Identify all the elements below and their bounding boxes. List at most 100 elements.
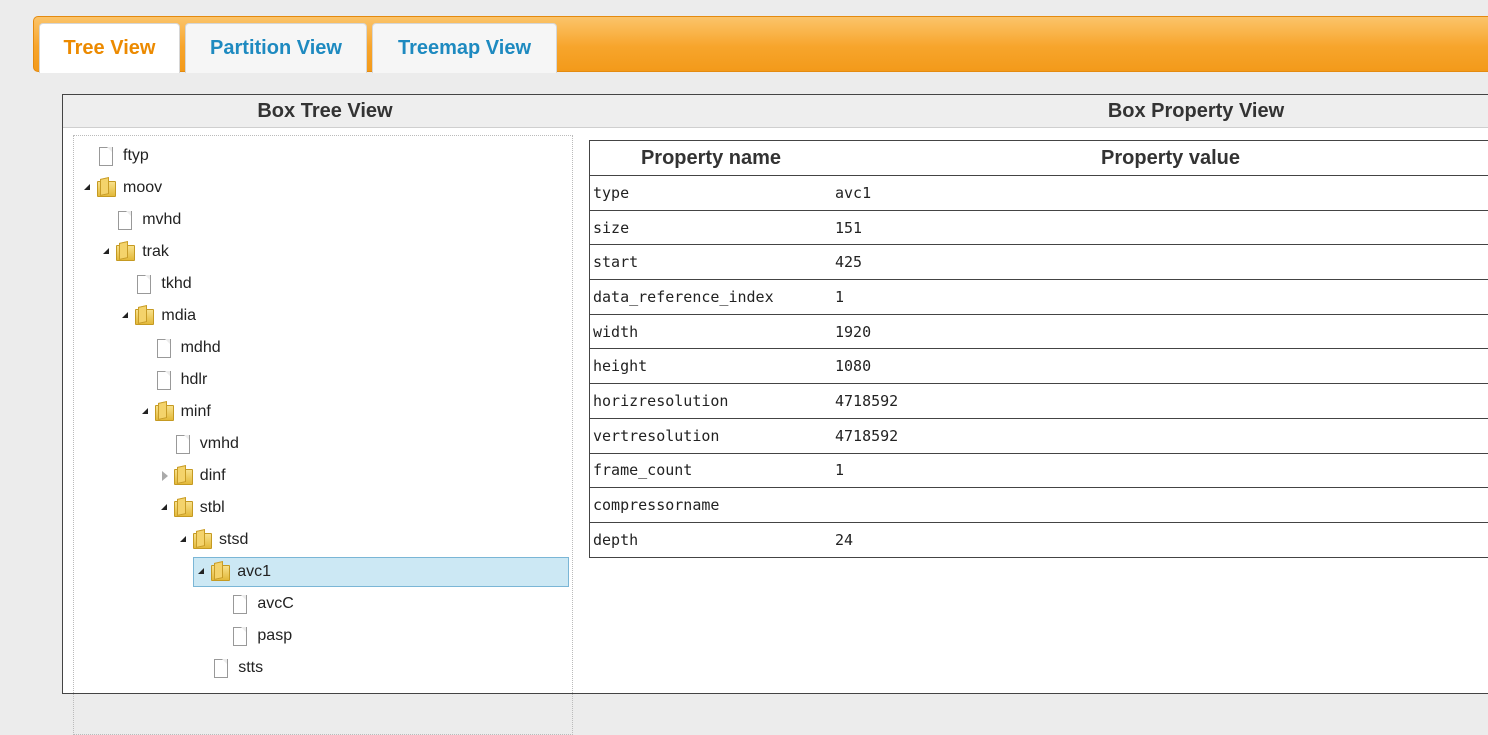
- folder-icon: [210, 562, 230, 582]
- file-icon: [115, 210, 135, 230]
- tree-node-trak[interactable]: trak: [99, 237, 169, 267]
- tab-treemap-view[interactable]: Treemap View: [372, 23, 557, 73]
- collapse-toggle-icon[interactable]: [80, 180, 96, 196]
- property-row: data_reference_index1: [590, 280, 1488, 315]
- tree-node-stsd[interactable]: stsd: [176, 525, 248, 555]
- tab-tree-view[interactable]: Tree View: [39, 23, 180, 73]
- file-icon: [134, 274, 154, 294]
- tree-node-label: avc1: [237, 563, 271, 581]
- tree-node-label: pasp: [257, 627, 292, 645]
- tree-node-label: stsd: [219, 531, 248, 549]
- property-row: frame_count1: [590, 453, 1488, 488]
- folder-icon: [96, 178, 116, 198]
- property-value-cell: 1: [832, 280, 1488, 315]
- property-row: start425: [590, 245, 1488, 280]
- property-name-cell: frame_count: [590, 453, 833, 488]
- property-name-cell: compressorname: [590, 488, 833, 523]
- property-row: size151: [590, 210, 1488, 245]
- collapse-toggle-icon[interactable]: [157, 500, 173, 516]
- file-icon: [154, 338, 174, 358]
- tree-spacer: [214, 596, 230, 612]
- property-name-cell: vertresolution: [590, 418, 833, 453]
- property-name-cell: size: [590, 210, 833, 245]
- tree-node-mdhd[interactable]: mdhd: [138, 333, 221, 363]
- box-tree-view-title: Box Tree View: [63, 95, 587, 127]
- collapse-toggle-icon[interactable]: [194, 564, 210, 580]
- tree-node-tkhd[interactable]: tkhd: [118, 269, 191, 299]
- box-property-view-title: Box Property View: [587, 95, 1488, 127]
- property-table-header: Property name Property value: [590, 141, 1488, 176]
- property-name-cell: height: [590, 349, 833, 384]
- file-icon: [230, 594, 250, 614]
- tree-node-mdia[interactable]: mdia: [118, 301, 196, 331]
- tree-node-label: moov: [123, 179, 162, 197]
- tab-partition-view[interactable]: Partition View: [185, 23, 367, 73]
- tree-spacer: [195, 660, 211, 676]
- property-row: typeavc1: [590, 176, 1488, 211]
- property-table: Property name Property value typeavc1siz…: [589, 140, 1488, 558]
- tab-bar: Tree View Partition View Treemap View: [33, 16, 1488, 72]
- tree-spacer: [118, 276, 134, 292]
- tree-spacer: [157, 436, 173, 452]
- property-name-cell: depth: [590, 522, 833, 557]
- property-value-cell: 1080: [832, 349, 1488, 384]
- tree-node-mvhd[interactable]: mvhd: [99, 205, 181, 235]
- property-name-cell: start: [590, 245, 833, 280]
- property-value-cell: 4718592: [832, 418, 1488, 453]
- folder-icon: [115, 242, 135, 262]
- collapse-toggle-icon[interactable]: [99, 244, 115, 260]
- file-icon: [211, 658, 231, 678]
- file-icon: [173, 434, 193, 454]
- panel-header: Box Tree View Box Property View: [63, 95, 1488, 128]
- tree-spacer: [99, 212, 115, 228]
- property-value-cell: [832, 488, 1488, 523]
- property-row: width1920: [590, 314, 1488, 349]
- collapse-toggle-icon[interactable]: [138, 404, 154, 420]
- tree-node-stts[interactable]: stts: [195, 653, 263, 683]
- tree-node-label: stbl: [200, 499, 225, 517]
- collapse-toggle-icon[interactable]: [118, 308, 134, 324]
- tree-node-label: vmhd: [200, 435, 239, 453]
- tree-node-label: mdhd: [181, 339, 221, 357]
- box-tree: ftyp moov mvhd trak tkhd mdia mdhd hdlr minf vmhd…: [73, 135, 573, 735]
- property-value-cell: 151: [832, 210, 1488, 245]
- property-value-cell: 1920: [832, 314, 1488, 349]
- folder-icon: [134, 306, 154, 326]
- property-value-cell: 24: [832, 522, 1488, 557]
- tree-node-label: avcC: [257, 595, 293, 613]
- tree-node-avcC[interactable]: avcC: [214, 589, 293, 619]
- tree-node-minf[interactable]: minf: [138, 397, 211, 427]
- tree-node-label: mdia: [161, 307, 196, 325]
- expand-toggle-icon[interactable]: [157, 468, 173, 484]
- folder-icon: [173, 498, 193, 518]
- property-value-cell: avc1: [832, 176, 1488, 211]
- property-row: vertresolution4718592: [590, 418, 1488, 453]
- property-name-cell: type: [590, 176, 833, 211]
- tree-node-hdlr[interactable]: hdlr: [138, 365, 208, 395]
- property-name-cell: data_reference_index: [590, 280, 833, 315]
- tree-node-label: trak: [142, 243, 169, 261]
- tree-node-ftyp[interactable]: ftyp: [80, 141, 149, 171]
- property-value-cell: 1: [832, 453, 1488, 488]
- tree-node-dinf[interactable]: dinf: [157, 461, 226, 491]
- property-name-header: Property name: [590, 141, 833, 176]
- file-icon: [230, 626, 250, 646]
- folder-icon: [192, 530, 212, 550]
- property-row: horizresolution4718592: [590, 384, 1488, 419]
- tree-node-vmhd[interactable]: vmhd: [157, 429, 239, 459]
- tree-node-label: minf: [181, 403, 211, 421]
- tree-node-pasp[interactable]: pasp: [214, 621, 292, 651]
- folder-icon: [173, 466, 193, 486]
- property-row: compressorname: [590, 488, 1488, 523]
- property-name-cell: horizresolution: [590, 384, 833, 419]
- tree-node-label: ftyp: [123, 147, 149, 165]
- collapse-toggle-icon[interactable]: [176, 532, 192, 548]
- tree-node-label: tkhd: [161, 275, 191, 293]
- file-icon: [154, 370, 174, 390]
- property-value-cell: 425: [832, 245, 1488, 280]
- tree-node-stbl[interactable]: stbl: [157, 493, 225, 523]
- tree-node-moov[interactable]: moov: [80, 173, 162, 203]
- property-value-header: Property value: [832, 141, 1488, 176]
- tree-node-avc1[interactable]: avc1: [193, 557, 569, 587]
- tree-spacer: [80, 148, 96, 164]
